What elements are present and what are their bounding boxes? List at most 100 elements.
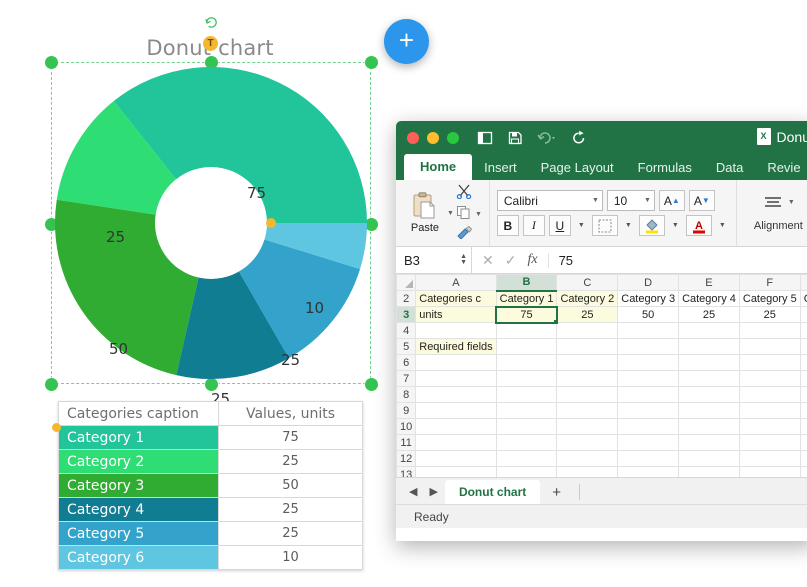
paste-button[interactable]: Paste (403, 192, 447, 234)
add-sheet-button[interactable]: + (542, 481, 571, 504)
ribbon-tab-formulas[interactable]: Formulas (626, 156, 704, 180)
cell-F8[interactable] (738, 386, 801, 403)
cell-G10[interactable] (799, 418, 807, 435)
cell-E8[interactable] (678, 386, 740, 403)
font-size-caret[interactable]: ▼ (644, 197, 651, 204)
row-header-7[interactable]: 7 (396, 370, 417, 387)
column-header-E[interactable]: E (678, 274, 740, 291)
fill-color-caret[interactable]: ▼ (669, 215, 682, 236)
column-header-F[interactable]: F (738, 274, 801, 291)
cancel-icon[interactable]: ✕ (482, 252, 494, 269)
cell-D4[interactable] (617, 322, 680, 339)
cell-B7[interactable] (495, 370, 558, 387)
ribbon-tabs[interactable]: Home Insert Page Layout Formulas Data Revie (396, 154, 807, 180)
column-header-B[interactable]: B (495, 274, 558, 292)
sheet-prev-button[interactable]: ◀ (404, 479, 422, 504)
cell-C10[interactable] (556, 418, 619, 435)
donut-chart[interactable]: 75 25 50 25 25 10 (44, 67, 378, 408)
cell-C12[interactable] (556, 450, 619, 467)
undo-icon[interactable] (537, 130, 557, 146)
cell-D2[interactable]: Category 3 (617, 290, 680, 307)
cell-F7[interactable] (738, 370, 801, 387)
formula-bar[interactable]: B3 ▲ ▼ ✕ ✓ fx 75 (396, 247, 807, 274)
cell-A2[interactable]: Categories c (415, 290, 497, 307)
legend-category-3[interactable]: Category 3 (58, 473, 219, 498)
cell-C6[interactable] (556, 354, 619, 371)
cell-F9[interactable] (738, 402, 801, 419)
cell-G4[interactable] (799, 322, 807, 339)
cell-F13[interactable] (738, 466, 801, 477)
legend-anchor-point[interactable] (52, 423, 61, 432)
cell-E4[interactable] (678, 322, 740, 339)
ribbon-display-icon[interactable] (477, 130, 493, 146)
legend-category-1[interactable]: Category 1 (58, 425, 219, 450)
cell-B10[interactable] (495, 418, 558, 435)
cell-E5[interactable] (678, 338, 740, 355)
underline-button[interactable]: U (548, 215, 571, 236)
cell-E11[interactable] (678, 434, 740, 451)
legend-category-4[interactable]: Category 4 (58, 497, 219, 522)
font-color-button[interactable]: A (685, 215, 712, 236)
cell-B11[interactable] (495, 434, 558, 451)
cell-D8[interactable] (617, 386, 680, 403)
legend-row[interactable]: Category 3 50 (58, 473, 363, 498)
cell-E9[interactable] (678, 402, 740, 419)
shrink-font-button[interactable]: A ▼ (688, 190, 715, 211)
legend-value-5[interactable]: 25 (218, 521, 363, 546)
row-header-12[interactable]: 12 (396, 450, 417, 467)
legend-category-6[interactable]: Category 6 (58, 545, 219, 570)
italic-button[interactable]: I (522, 215, 545, 236)
format-painter-icon[interactable] (456, 225, 473, 242)
legend-value-3[interactable]: 50 (218, 473, 363, 498)
cell-A13[interactable] (415, 466, 497, 477)
row-header-6[interactable]: 6 (396, 354, 417, 371)
column-header-A[interactable]: A (415, 274, 497, 291)
column-header-D[interactable]: D (617, 274, 680, 291)
underline-caret[interactable]: ▼ (575, 215, 588, 236)
add-button[interactable]: + (384, 19, 429, 64)
row-header-11[interactable]: 11 (396, 434, 417, 451)
cell-C11[interactable] (556, 434, 619, 451)
font-color-caret[interactable]: ▼ (716, 215, 729, 236)
cell-G13[interactable] (799, 466, 807, 477)
cell-F12[interactable] (738, 450, 801, 467)
sheet-tab-bar[interactable]: ◀ ▶ Donut chart + (396, 477, 807, 504)
cell-F6[interactable] (738, 354, 801, 371)
chart-canvas[interactable]: Donut chart T 75 25 50 25 25 10 Categori… (0, 0, 420, 587)
cell-D11[interactable] (617, 434, 680, 451)
font-name-box[interactable]: Calibri ▼ (496, 190, 603, 211)
insert-function-icon[interactable]: fx (527, 252, 537, 268)
cell-G8[interactable] (799, 386, 807, 403)
legend-value-2[interactable]: 25 (218, 449, 363, 474)
font-size-box[interactable]: 10 ▼ (606, 190, 655, 211)
bold-button[interactable]: B (496, 215, 519, 236)
formula-input[interactable]: 75 (547, 252, 573, 268)
cell-E2[interactable]: Category 4 (678, 290, 740, 307)
cell-C13[interactable] (556, 466, 619, 477)
cell-E7[interactable] (678, 370, 740, 387)
cell-D13[interactable] (617, 466, 680, 477)
cell-B8[interactable] (495, 386, 558, 403)
column-header-G[interactable]: G (799, 274, 807, 291)
cell-E13[interactable] (678, 466, 740, 477)
cell-B4[interactable] (495, 322, 558, 339)
title-text-badge[interactable]: T (203, 36, 218, 51)
legend-row[interactable]: Category 4 25 (58, 497, 363, 522)
cell-B13[interactable] (495, 466, 558, 477)
cell-A10[interactable] (415, 418, 497, 435)
sheet-next-button[interactable]: ▶ (424, 479, 442, 504)
chart-anchor-point[interactable] (266, 218, 276, 228)
cell-B2[interactable]: Category 1 (495, 290, 558, 307)
name-box[interactable]: B3 ▲ ▼ (396, 247, 472, 273)
legend-row[interactable]: Category 6 10 (58, 545, 363, 570)
cell-G6[interactable] (799, 354, 807, 371)
legend-row[interactable]: Category 5 25 (58, 521, 363, 546)
cell-A6[interactable] (415, 354, 497, 371)
cell-C7[interactable] (556, 370, 619, 387)
cell-B6[interactable] (495, 354, 558, 371)
ribbon-tab-data[interactable]: Data (704, 156, 755, 180)
spreadsheet-grid[interactable]: ABCDEFG 2Categories cCategory 1Category … (396, 274, 807, 477)
sheet-tab-donut-chart[interactable]: Donut chart (444, 480, 541, 504)
ribbon-tab-insert[interactable]: Insert (472, 156, 529, 180)
cell-C5[interactable] (556, 338, 619, 355)
